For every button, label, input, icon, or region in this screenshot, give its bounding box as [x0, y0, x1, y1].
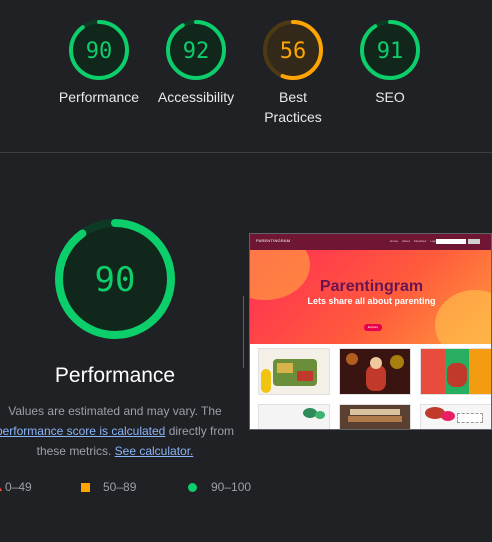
photo-tile-flowers — [420, 404, 491, 429]
score-calculation-link[interactable]: performance score is calculated — [0, 424, 165, 438]
hero-button: Explore — [364, 324, 382, 331]
photo-tile-colorful — [420, 348, 491, 395]
gauge-seo[interactable]: 91 SEO — [346, 18, 434, 107]
photo-tile-plants — [258, 404, 330, 429]
gauge-accessibility[interactable]: 92 Accessibility — [152, 18, 240, 107]
gauge-score: 90 — [95, 260, 136, 300]
gauge-score: 91 — [377, 39, 404, 64]
vertical-separator — [243, 296, 244, 368]
performance-gauge-large: 90 — [55, 219, 175, 339]
thumb-navbar: PARENTINGRAM Home About Favorites Logout — [250, 234, 491, 250]
photo-tile-books — [339, 404, 411, 429]
thumb-search-box — [436, 239, 466, 244]
thumb-nav-link: Favorites — [413, 239, 427, 243]
thumb-brand: PARENTINGRAM — [256, 238, 291, 243]
final-screenshot[interactable]: PARENTINGRAM Home About Favorites Logout Pa… — [249, 233, 492, 430]
thumb-nav-link: Home — [390, 239, 399, 243]
gauge-ring-performance: 90 — [69, 20, 129, 80]
thumb-nav-link: About — [402, 239, 410, 243]
performance-title: Performance — [54, 364, 176, 387]
section-divider — [0, 152, 492, 153]
legend-fail-range: 0–49 — [5, 480, 32, 494]
hero-subtitle: Lets share all about parenting — [307, 296, 436, 306]
photo-tile-christmas — [339, 348, 411, 395]
fail-triangle-icon — [0, 482, 2, 491]
gauge-label: Performance — [58, 89, 140, 105]
thumb-search-button — [468, 239, 480, 244]
average-square-icon — [81, 483, 90, 492]
score-disclaimer: Values are estimated and may vary. The p… — [0, 401, 240, 461]
hero-title: Parentingram — [319, 278, 424, 295]
disclaimer-text: Values are estimated and may vary. The — [8, 404, 222, 418]
gauge-ring-accessibility: 92 — [166, 20, 226, 80]
photo-tile-lunchbox — [258, 348, 330, 395]
gauge-ring-best-practices: 56 — [263, 20, 323, 80]
legend-pass-range: 90–100 — [211, 480, 252, 494]
gauge-score: 92 — [183, 39, 210, 64]
gauge-score: 90 — [86, 39, 113, 64]
see-calculator-link[interactable]: See calculator. — [115, 444, 194, 458]
gauge-ring-seo: 91 — [360, 20, 420, 80]
legend-average-range: 50–89 — [103, 480, 137, 494]
gauge-performance[interactable]: 90 Performance — [55, 18, 143, 107]
lighthouse-report: 90 Performance 92 Accessibility 56 Best … — [0, 0, 492, 542]
gauge-label: SEO — [375, 89, 405, 105]
gauge-label: Accessibility — [157, 89, 235, 105]
score-legend: 0–49 50–89 90–100 — [0, 478, 260, 498]
gauge-label: Best Practices — [264, 89, 322, 125]
gauge-best-practices[interactable]: 56 Best Practices — [249, 18, 337, 127]
thumb-hero: Parentingram Lets share all about parent… — [250, 250, 491, 344]
gauge-score: 56 — [280, 39, 307, 64]
pass-circle-icon — [188, 483, 197, 492]
